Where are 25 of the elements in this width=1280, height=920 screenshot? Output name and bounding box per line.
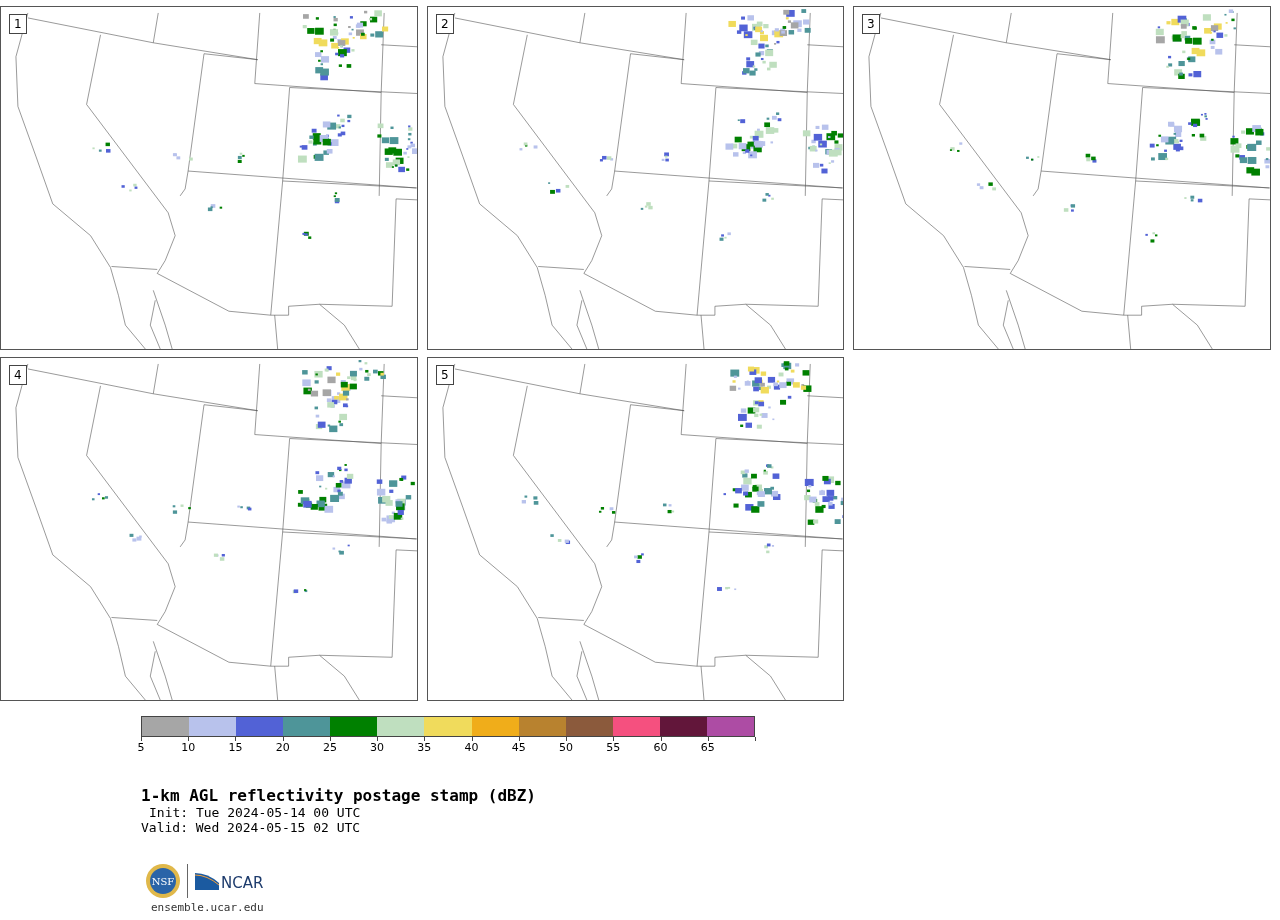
tick-label: 50 <box>558 741 574 754</box>
tick-label: 60 <box>652 741 669 754</box>
panel-number: 3 <box>862 14 880 34</box>
tick-label: 55 <box>605 741 622 754</box>
tick-label: 30 <box>369 741 386 754</box>
valid-time: Valid: Wed 2024-05-15 02 UTC <box>141 820 362 835</box>
tick-label: 40 <box>463 741 480 754</box>
swoosh-icon <box>194 871 220 891</box>
tick-label: 20 <box>274 741 291 754</box>
panel-number: 4 <box>9 365 27 385</box>
init-time: Init: Tue 2024-05-14 00 UTC <box>148 805 362 820</box>
tick-label: 35 <box>416 741 433 754</box>
tick-label: 25 <box>321 741 338 754</box>
panel-number: 2 <box>436 14 454 34</box>
tick-label: 45 <box>510 741 527 754</box>
tick-label: 10 <box>180 741 197 754</box>
seal-logo: NSF <box>145 863 181 899</box>
panel-number: 5 <box>436 365 454 385</box>
tick-label: 15 <box>227 741 244 754</box>
tick-label: 65 <box>699 741 716 754</box>
chart-title: 1-km AGL reflectivity postage stamp (dBZ) <box>141 786 537 805</box>
panel-number: 1 <box>9 14 27 34</box>
logo-text: NCAR <box>221 876 264 891</box>
website-url: ensemble.ucar.edu <box>151 901 265 914</box>
tick-label: 5 <box>136 741 146 754</box>
